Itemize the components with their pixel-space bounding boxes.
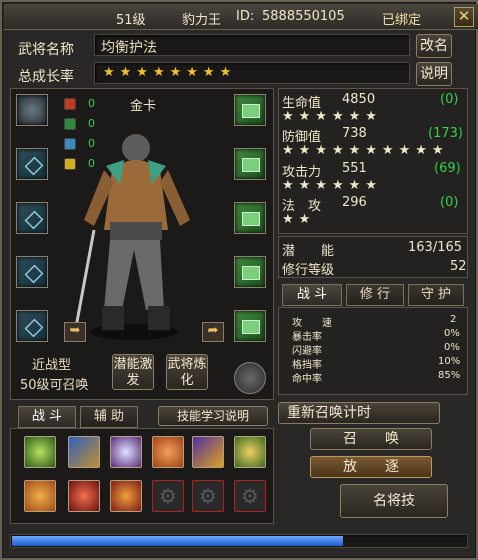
id-value: 5888550105 bbox=[262, 9, 345, 24]
famous-skill-button[interactable]: 名将技 bbox=[340, 484, 448, 518]
level-text: 51级 bbox=[116, 13, 146, 28]
attr-dodge-label: 闪避率 bbox=[292, 346, 322, 357]
rotate-right-icon[interactable]: ➦ bbox=[202, 322, 224, 342]
equip-slot-right-4[interactable] bbox=[234, 256, 266, 288]
stat-atk-stars: ★★★★★★ bbox=[282, 178, 382, 193]
extra-slot-icon[interactable] bbox=[234, 362, 266, 394]
skill-help-button[interactable]: 技能学习说明 bbox=[158, 406, 268, 426]
tab-cultivation[interactable]: 修 行 bbox=[346, 284, 404, 306]
character-portrait bbox=[72, 134, 190, 340]
stat-magic-stars: ★★ bbox=[282, 212, 316, 227]
stat-atk-bonus: (69) bbox=[434, 161, 461, 176]
stat-magic-value: 296 bbox=[342, 195, 367, 210]
attr-hit-value: 85% bbox=[438, 370, 461, 381]
stat-hp-value: 4850 bbox=[342, 92, 376, 107]
stat-atk-value: 551 bbox=[342, 161, 367, 176]
stat-def-value: 738 bbox=[342, 126, 367, 141]
cultivation-value: 52 bbox=[450, 259, 467, 274]
skill-rage-icon[interactable] bbox=[68, 480, 100, 512]
experience-fill bbox=[12, 536, 344, 546]
stat-hp-stars: ★★★★★★ bbox=[282, 109, 382, 124]
attr-block-value: 10% bbox=[438, 356, 461, 367]
skill-vision-icon[interactable] bbox=[110, 436, 142, 468]
summon-level: 50级可召唤 bbox=[20, 378, 89, 393]
equip-slot-right-5[interactable] bbox=[234, 310, 266, 342]
equip-slot-left-2[interactable] bbox=[16, 148, 48, 180]
skill-locked-icon[interactable] bbox=[192, 480, 224, 512]
potential-button[interactable]: 潜能激发 bbox=[112, 354, 154, 390]
growth-field: ★★★★★★★★ bbox=[94, 62, 410, 84]
stat-def-bonus: (173) bbox=[428, 126, 463, 141]
stat-magic-bonus: (0) bbox=[440, 195, 459, 210]
skill-fist-icon[interactable] bbox=[152, 436, 184, 468]
attr-crit-label: 暴击率 bbox=[292, 332, 322, 343]
recall-timer: 重新召唤计时 bbox=[278, 402, 440, 424]
player-name: 豹力王 bbox=[182, 13, 222, 28]
stat-hp-bonus: (0) bbox=[440, 92, 459, 107]
close-button[interactable]: ✕ bbox=[454, 7, 474, 27]
tab-combat[interactable]: 战 斗 bbox=[282, 284, 342, 306]
skill-dash-icon[interactable] bbox=[192, 436, 224, 468]
cultivation-label: 修行等级 bbox=[282, 263, 335, 278]
skill-flame-icon[interactable] bbox=[110, 480, 142, 512]
potential-button-label: 潜能激发 bbox=[113, 357, 153, 388]
bound-status: 已绑定 bbox=[382, 13, 422, 28]
attr-block-label: 格挡率 bbox=[292, 360, 322, 371]
name-label: 武将名称 bbox=[18, 42, 74, 58]
refine-button-label: 武将炼化 bbox=[167, 357, 207, 388]
stat-def-stars: ★★★★★★★★★★ bbox=[282, 143, 449, 158]
attr-hit-label: 命中率 bbox=[292, 374, 322, 385]
experience-bar bbox=[10, 534, 468, 548]
attr-speed-value: 2 bbox=[450, 314, 457, 325]
tab-guard[interactable]: 守 护 bbox=[408, 284, 464, 306]
skill-strike-icon[interactable] bbox=[68, 436, 100, 468]
skill-warrior-icon[interactable] bbox=[24, 480, 56, 512]
equip-slot-right-2[interactable] bbox=[234, 148, 266, 180]
combat-type: 近战型 bbox=[32, 358, 72, 373]
fire-icon bbox=[64, 98, 76, 110]
skill-locked-icon[interactable] bbox=[152, 480, 184, 512]
title-bar: 51级 豹力王 ID: 5888550105 已绑定 ✕ bbox=[4, 4, 478, 30]
skill-locked-icon[interactable] bbox=[234, 480, 266, 512]
general-window: 51级 豹力王 ID: 5888550105 已绑定 ✕ 武将名称 均衡护法 改… bbox=[0, 0, 478, 560]
equip-slot-left-3[interactable] bbox=[16, 202, 48, 234]
help-button[interactable]: 说明 bbox=[416, 62, 452, 86]
id-label: ID: bbox=[236, 9, 255, 24]
summon-button[interactable]: 召 唤 bbox=[310, 428, 432, 450]
potential-label: 潜 能 bbox=[282, 244, 335, 259]
name-field: 均衡护法 bbox=[94, 34, 410, 56]
equip-slot-right-3[interactable] bbox=[234, 202, 266, 234]
refine-button[interactable]: 武将炼化 bbox=[166, 354, 208, 390]
dismiss-button[interactable]: 放 逐 bbox=[310, 456, 432, 478]
name-value: 均衡护法 bbox=[101, 40, 157, 56]
growth-label: 总成长率 bbox=[18, 69, 74, 85]
potential-value: 163/165 bbox=[408, 240, 463, 255]
weapon-slot[interactable] bbox=[16, 94, 48, 126]
rename-button[interactable]: 改名 bbox=[416, 34, 452, 58]
attr-speed-label: 攻 速 bbox=[292, 318, 332, 329]
equip-slot-left-4[interactable] bbox=[16, 256, 48, 288]
rotate-left-icon[interactable]: ➥ bbox=[64, 322, 86, 342]
attr-dodge-value: 0% bbox=[444, 342, 460, 353]
skill-eye-icon[interactable] bbox=[24, 436, 56, 468]
skill-tab-assist[interactable]: 辅 助 bbox=[80, 406, 138, 428]
equip-slot-right-1[interactable] bbox=[234, 94, 266, 126]
equip-slot-left-5[interactable] bbox=[16, 310, 48, 342]
attr-crit-value: 0% bbox=[444, 328, 460, 339]
skill-bless-icon[interactable] bbox=[234, 436, 266, 468]
skill-tab-combat[interactable]: 战 斗 bbox=[18, 406, 76, 428]
fire-value: 0 bbox=[88, 97, 95, 110]
growth-stars: ★★★★★★★★ bbox=[103, 65, 237, 80]
